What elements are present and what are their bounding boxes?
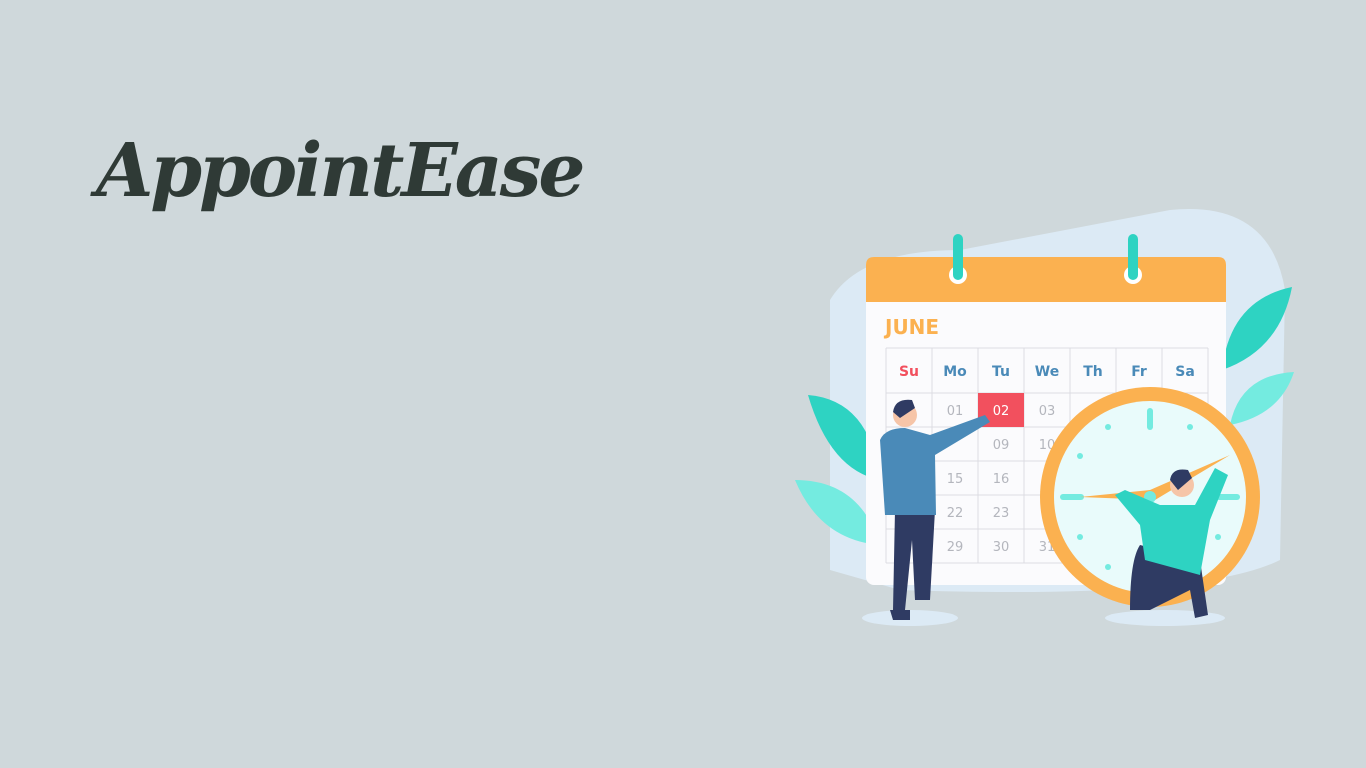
weekday-label: Su — [899, 364, 919, 380]
weekday-label: Fr — [1131, 364, 1147, 380]
calendar-date: 16 — [993, 472, 1010, 487]
calendar-date: 02 — [993, 404, 1010, 419]
weekday-label: We — [1035, 364, 1059, 380]
app-logo: AppointEase — [96, 128, 585, 214]
calendar-date: 29 — [947, 540, 964, 555]
calendar-date: 09 — [993, 438, 1010, 453]
weekday-label: Tu — [992, 364, 1010, 380]
calendar-date: 22 — [947, 506, 964, 521]
weekday-label: Sa — [1175, 364, 1195, 380]
calendar-clock-illustration: JUNE Su Mo Tu We Th Fr Sa01 02 0309 1015 1622 2329 3… — [795, 209, 1294, 626]
calendar-date: 15 — [947, 472, 964, 487]
weekday-label: Mo — [943, 364, 967, 380]
calendar-date: 23 — [993, 506, 1010, 521]
calendar-date: 03 — [1039, 404, 1056, 419]
weekday-label: Th — [1083, 364, 1103, 380]
calendar-date: 30 — [993, 540, 1010, 555]
calendar-month: JUNE — [883, 315, 939, 339]
calendar-date: 01 — [947, 404, 964, 419]
